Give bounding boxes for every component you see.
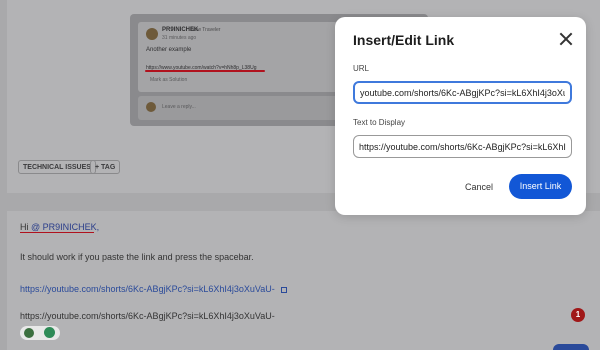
- post-time: 31 minutes ago: [162, 35, 197, 41]
- reply-avatar: [146, 102, 156, 112]
- submit-button[interactable]: [553, 344, 589, 350]
- display-text-input[interactable]: [353, 135, 572, 158]
- add-tag-button[interactable]: + TAG: [90, 160, 121, 174]
- highlight-underline: [145, 70, 265, 72]
- notification-badge[interactable]: 1: [571, 308, 585, 322]
- post-avatar: [146, 28, 158, 40]
- post-body: Another example: [146, 47, 192, 53]
- reply-greeting: Hi @ PR9INICHEK,: [20, 222, 99, 232]
- url-label: URL: [353, 64, 370, 73]
- reply-plain-link: https://youtube.com/shorts/6Kc-ABgjKPc?s…: [20, 311, 275, 321]
- grammar-extension-icon[interactable]: [24, 328, 34, 338]
- reply-text: It should work if you paste the link and…: [20, 252, 254, 262]
- greeting-text: Hi: [20, 222, 29, 232]
- url-input[interactable]: [353, 81, 572, 104]
- cancel-button[interactable]: Cancel: [457, 177, 501, 197]
- reply-placeholder: Leave a reply...: [162, 104, 196, 110]
- mark-solution: Mark as Solution: [150, 77, 188, 83]
- dialog-title: Insert/Edit Link: [353, 32, 455, 48]
- post-role: New Traveler: [191, 27, 221, 33]
- reply-link[interactable]: https://youtube.com/shorts/6Kc-ABgjKPc?s…: [20, 284, 288, 294]
- insert-link-button[interactable]: Insert Link: [509, 174, 572, 199]
- display-text-label: Text to Display: [353, 118, 406, 127]
- reply-link-text[interactable]: https://youtube.com/shorts/6Kc-ABgjKPc?s…: [20, 284, 275, 294]
- location-extension-icon[interactable]: [44, 327, 55, 338]
- insert-link-dialog: Insert/Edit Link URL Text to Display Can…: [335, 17, 586, 215]
- tag-technical-issues[interactable]: TECHNICAL ISSUES: [18, 160, 96, 174]
- mention-link[interactable]: @ PR9INICHEK,: [31, 222, 99, 232]
- spellcheck-underline: [20, 232, 94, 233]
- close-icon[interactable]: [558, 31, 574, 47]
- external-link-icon: [281, 286, 288, 293]
